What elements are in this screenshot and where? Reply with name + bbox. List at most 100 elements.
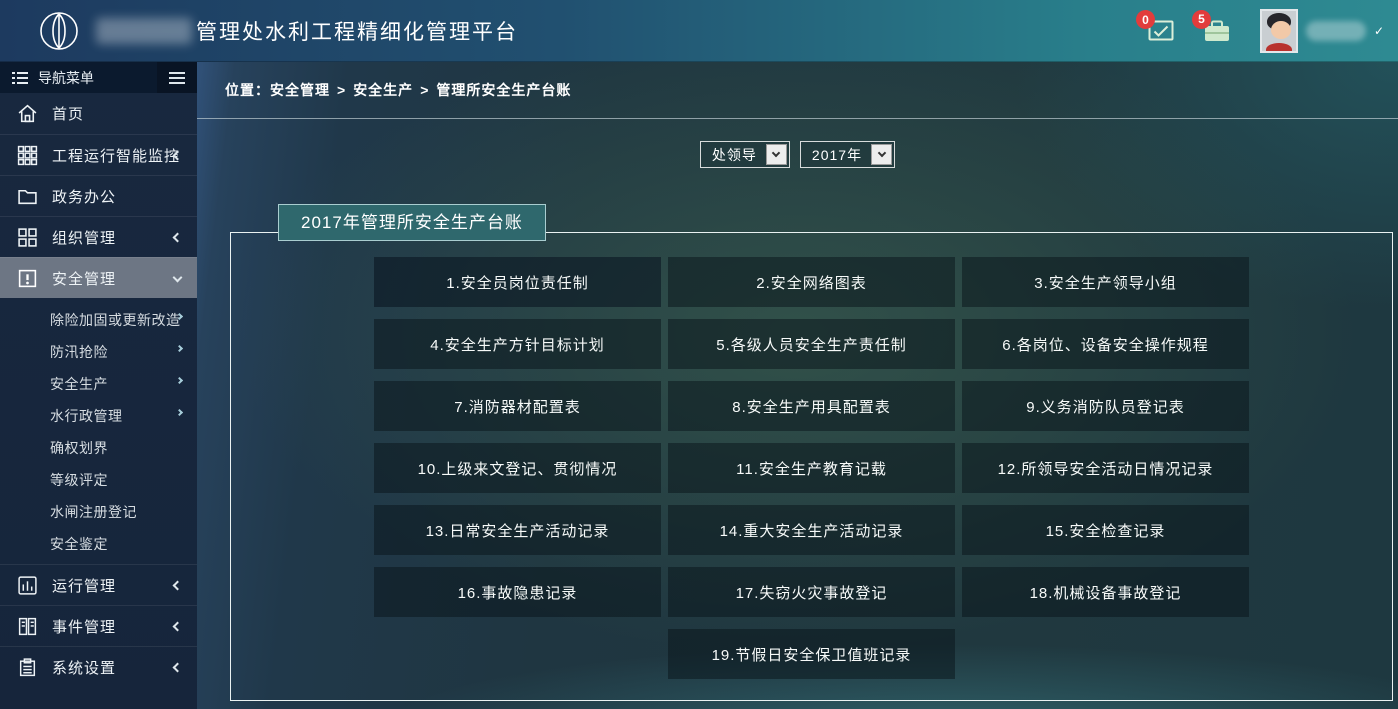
sidebar-item-gov-office[interactable]: 政务办公 xyxy=(0,175,197,216)
ledger-button-8[interactable]: 8.安全生产用具配置表 xyxy=(668,381,955,431)
submenu-item[interactable]: 防汛抢险 xyxy=(0,336,197,368)
header-actions: 0 5 xyxy=(1148,9,1384,53)
message-badge: 5 xyxy=(1192,10,1211,29)
sidebar-item-label: 政务办公 xyxy=(52,186,116,207)
ledger-button-16[interactable]: 16.事故隐患记录 xyxy=(374,567,661,617)
submenu-item[interactable]: 等级评定 xyxy=(0,464,197,496)
submenu-item-label: 安全生产 xyxy=(50,374,108,394)
sidebar-item-label: 事件管理 xyxy=(52,616,116,637)
docs-icon xyxy=(16,615,38,637)
mail-badge: 0 xyxy=(1136,10,1155,29)
sidebar-collapse-button[interactable] xyxy=(157,62,197,93)
sidebar-title: 导航菜单 xyxy=(38,68,94,88)
submenu-item[interactable]: 水闸注册登记 xyxy=(0,496,197,528)
ledger-button-5[interactable]: 5.各级人员安全生产责任制 xyxy=(668,319,955,369)
breadcrumb-prefix: 位置： xyxy=(225,80,270,100)
submenu-item[interactable]: 水行政管理 xyxy=(0,400,197,432)
chevron-left-icon xyxy=(173,232,183,242)
app-window: 管理处水利工程精细化管理平台 0 5 xyxy=(0,0,1398,709)
avatar[interactable] xyxy=(1260,9,1298,53)
submenu-item[interactable]: 除险加固或更新改造 xyxy=(0,304,197,336)
leader-select[interactable]: 处领导 xyxy=(700,141,790,168)
submenu-item-label: 水闸注册登记 xyxy=(50,502,137,522)
chart-icon xyxy=(16,574,38,596)
user-check-icon[interactable]: ✓ xyxy=(1374,24,1384,38)
ledger-button-10[interactable]: 10.上级来文登记、贯彻情况 xyxy=(374,443,661,493)
submenu-item[interactable]: 安全生产 xyxy=(0,368,197,400)
breadcrumb: 位置：安全管理 > 安全生产 > 管理所安全生产台账 xyxy=(197,62,1398,119)
page-title: 管理处水利工程精细化管理平台 xyxy=(96,16,518,46)
ledger-button-4[interactable]: 4.安全生产方针目标计划 xyxy=(374,319,661,369)
ledger-button-3[interactable]: 3.安全生产领导小组 xyxy=(962,257,1249,307)
sidebar: 导航菜单 首页工程运行智能监控政务办公组织管理安全管理除险加固或更新改造防汛抢险… xyxy=(0,62,197,709)
chevron-glyph xyxy=(877,149,885,157)
nav-list-icon xyxy=(12,71,28,85)
redacted-username xyxy=(1306,21,1366,41)
ledger-button-2[interactable]: 2.安全网络图表 xyxy=(668,257,955,307)
breadcrumb-separator: > xyxy=(420,82,429,98)
app-logo-icon xyxy=(38,10,80,52)
ledger-button-15[interactable]: 15.安全检查记录 xyxy=(962,505,1249,555)
chevron-right-icon xyxy=(176,345,183,352)
breadcrumb-item[interactable]: 安全管理 xyxy=(270,80,330,100)
submenu-item-label: 确权划界 xyxy=(50,438,108,458)
sidebar-item-home[interactable]: 首页 xyxy=(0,93,197,134)
ledger-button-14[interactable]: 14.重大安全生产活动记录 xyxy=(668,505,955,555)
breadcrumb-separator: > xyxy=(337,82,346,98)
chevron-left-icon xyxy=(173,662,183,672)
ledger-button-9[interactable]: 9.义务消防队员登记表 xyxy=(962,381,1249,431)
avatar-face xyxy=(1271,21,1291,39)
submenu-item-label: 防汛抢险 xyxy=(50,342,108,362)
panel-title: 2017年管理所安全生产台账 xyxy=(278,204,546,241)
year-select[interactable]: 2017年 xyxy=(800,141,895,168)
submenu-item[interactable]: 确权划界 xyxy=(0,432,197,464)
home-icon xyxy=(16,103,38,125)
ledger-button-18[interactable]: 18.机械设备事故登记 xyxy=(962,567,1249,617)
chevron-down-icon xyxy=(173,273,183,283)
ledger-button-1[interactable]: 1.安全员岗位责任制 xyxy=(374,257,661,307)
sidebar-nav: 首页工程运行智能监控政务办公组织管理安全管理除险加固或更新改造防汛抢险安全生产水… xyxy=(0,93,197,687)
sidebar-item-label: 运行管理 xyxy=(52,575,116,596)
sidebar-item-label: 安全管理 xyxy=(52,268,116,289)
chevron-glyph xyxy=(772,149,780,157)
sidebar-item-operation-mgmt[interactable]: 运行管理 xyxy=(0,564,197,605)
sidebar-item-safety-mgmt[interactable]: 安全管理 xyxy=(0,257,197,298)
clipboard-icon xyxy=(16,656,38,678)
avatar-shirt xyxy=(1266,43,1292,53)
sidebar-header: 导航菜单 xyxy=(0,62,197,93)
sidebar-item-project-monitoring[interactable]: 工程运行智能监控 xyxy=(0,134,197,175)
sidebar-item-system-settings[interactable]: 系统设置 xyxy=(0,646,197,687)
app-title-text: 管理处水利工程精细化管理平台 xyxy=(196,16,518,46)
submenu-safety-mgmt: 除险加固或更新改造防汛抢险安全生产水行政管理确权划界等级评定水闸注册登记安全鉴定 xyxy=(0,298,197,564)
mail-button[interactable]: 0 xyxy=(1148,20,1174,41)
breadcrumb-item[interactable]: 安全生产 xyxy=(353,80,413,100)
sidebar-item-label: 组织管理 xyxy=(52,227,116,248)
ledger-button-7[interactable]: 7.消防器材配置表 xyxy=(374,381,661,431)
submenu-item-label: 水行政管理 xyxy=(50,406,123,426)
submenu-item-label: 等级评定 xyxy=(50,470,108,490)
ledger-button-6[interactable]: 6.各岗位、设备安全操作规程 xyxy=(962,319,1249,369)
submenu-item[interactable]: 安全鉴定 xyxy=(0,528,197,560)
chevron-left-icon xyxy=(173,621,183,631)
redacted-title-prefix xyxy=(96,18,192,44)
ledger-button-11[interactable]: 11.安全生产教育记载 xyxy=(668,443,955,493)
chevron-down-icon[interactable] xyxy=(766,144,787,165)
sidebar-item-label: 系统设置 xyxy=(52,657,116,678)
ledger-button-17[interactable]: 17.失窃火灾事故登记 xyxy=(668,567,955,617)
breadcrumb-item[interactable]: 管理所安全生产台账 xyxy=(436,80,571,100)
message-button[interactable]: 5 xyxy=(1204,20,1230,42)
select-value: 处领导 xyxy=(701,145,766,165)
sidebar-item-event-mgmt[interactable]: 事件管理 xyxy=(0,605,197,646)
folder-icon xyxy=(16,185,38,207)
submenu-item-label: 安全鉴定 xyxy=(50,534,108,554)
ledger-button-grid: 1.安全员岗位责任制2.安全网络图表3.安全生产领导小组 4.安全生产方针目标计划… xyxy=(231,257,1392,679)
select-value: 2017年 xyxy=(801,145,871,165)
sidebar-item-org-mgmt[interactable]: 组织管理 xyxy=(0,216,197,257)
ledger-button-13[interactable]: 13.日常安全生产活动记录 xyxy=(374,505,661,555)
ledger-button-19[interactable]: 19.节假日安全保卫值班记录 xyxy=(668,629,955,679)
chevron-down-icon[interactable] xyxy=(871,144,892,165)
filter-bar: 处领导 2017年 xyxy=(197,141,1398,168)
chevron-right-icon xyxy=(176,409,183,416)
chevron-left-icon xyxy=(173,580,183,590)
ledger-button-12[interactable]: 12.所领导安全活动日情况记录 xyxy=(962,443,1249,493)
